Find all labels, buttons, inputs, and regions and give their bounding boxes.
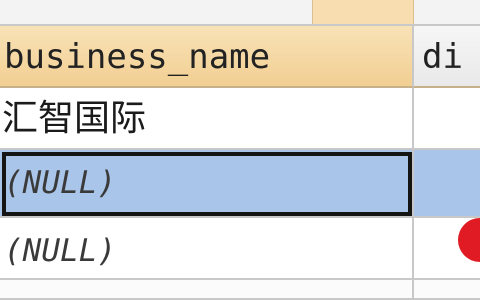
column-header-business-name[interactable]: business_name bbox=[0, 26, 414, 88]
cell-business-name[interactable]: 汇智国际 bbox=[0, 88, 414, 150]
table-row[interactable]: 汇智国际 bbox=[0, 88, 480, 150]
column-header-label: di bbox=[422, 37, 463, 77]
red-annotation-marker bbox=[458, 218, 480, 262]
cell-di[interactable] bbox=[414, 88, 480, 150]
cell-di bbox=[414, 280, 480, 300]
header-row: business_name di bbox=[0, 26, 480, 88]
cell-business-name[interactable]: (NULL) bbox=[0, 218, 414, 280]
table-row-selected[interactable]: (NULL) bbox=[0, 150, 480, 218]
cell-business-name bbox=[0, 280, 414, 300]
column-header-label: business_name bbox=[4, 37, 271, 77]
null-value: (NULL) bbox=[4, 233, 116, 269]
cell-value: 汇智国际 bbox=[2, 98, 147, 139]
cell-di[interactable] bbox=[414, 218, 480, 280]
table-row-partial bbox=[0, 280, 480, 300]
selected-tab-fragment[interactable] bbox=[312, 0, 414, 24]
cell-di[interactable] bbox=[414, 150, 480, 218]
grid-top-strip bbox=[0, 0, 480, 26]
result-grid: business_name di 汇智国际 (NULL) (NULL) bbox=[0, 0, 480, 300]
null-value: (NULL) bbox=[4, 165, 116, 201]
table-row[interactable]: (NULL) bbox=[0, 218, 480, 280]
column-header-di[interactable]: di bbox=[414, 26, 480, 88]
cell-business-name-focused[interactable]: (NULL) bbox=[0, 150, 414, 218]
